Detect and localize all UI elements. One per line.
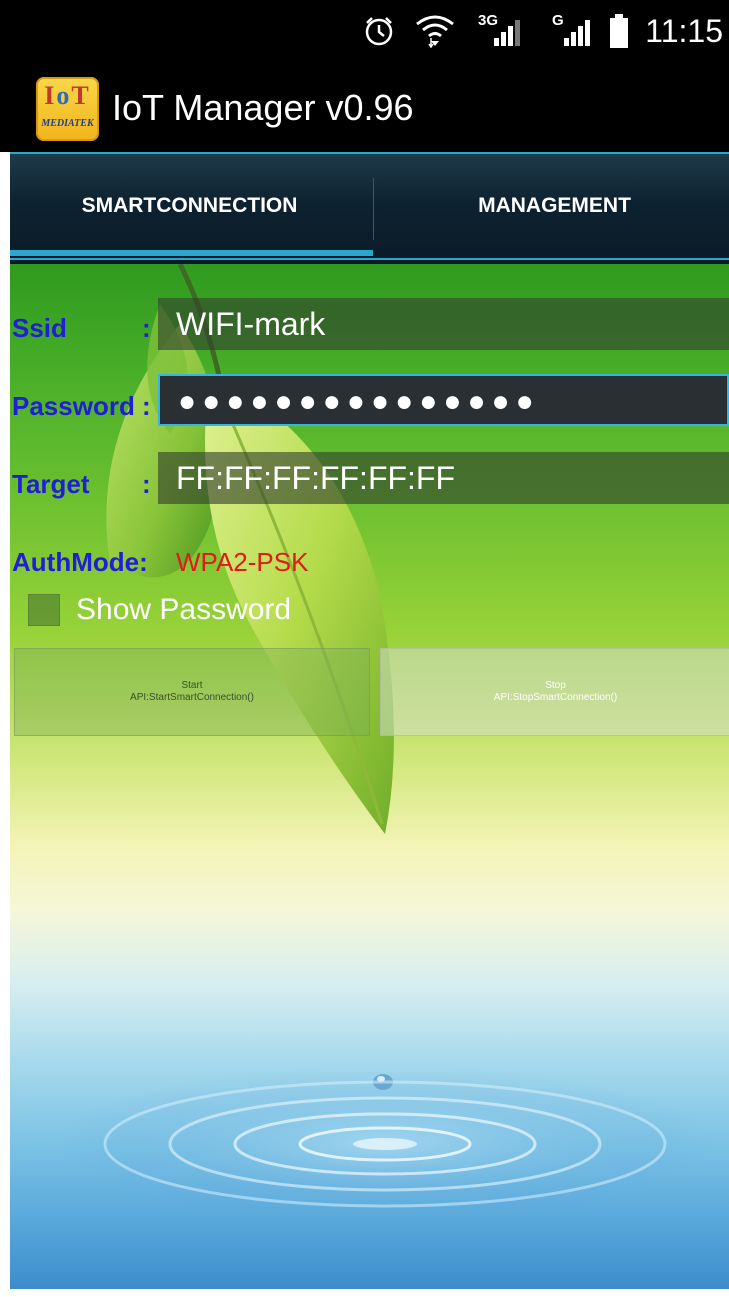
start-button-label: Start xyxy=(181,680,203,691)
alarm-icon xyxy=(362,14,396,53)
tab-management[interactable]: MANAGEMENT xyxy=(375,154,729,258)
show-password-checkbox[interactable] xyxy=(28,594,60,626)
status-bar: 3G G 11:15 xyxy=(0,0,729,62)
tab-selected-indicator xyxy=(10,250,373,256)
clock: 11:15 xyxy=(645,13,723,49)
target-input[interactable]: FF:FF:FF:FF:FF:FF xyxy=(158,452,729,504)
battery-icon xyxy=(610,14,628,53)
tab-bar: SMARTCONNECTION MANAGEMENT xyxy=(10,152,729,264)
wifi-icon xyxy=(414,14,456,53)
tab-divider xyxy=(373,178,374,240)
password-colon: : xyxy=(142,391,151,421)
target-colon: : xyxy=(142,469,151,499)
stop-button[interactable]: Stop API:StopSmartConnection() xyxy=(380,648,729,736)
logo-subtext: MEDIATEK xyxy=(41,118,94,129)
start-button[interactable]: Start API:StartSmartConnection() xyxy=(14,648,370,736)
tab-bottom-line xyxy=(10,258,729,260)
content-area: Ssid : WIFI-mark Password : ●●●●●●●●●●●●… xyxy=(10,264,729,1289)
stop-button-api: API:StopSmartConnection() xyxy=(493,692,618,703)
ssid-label: Ssid xyxy=(12,313,67,343)
signal-icon xyxy=(494,20,522,51)
screen: 3G G 11:15 IoT MEDIATEK IoT Manager v0.9… xyxy=(0,0,729,1297)
password-input[interactable]: ●●●●●●●●●●●●●●● xyxy=(158,374,729,426)
target-label: Target xyxy=(12,469,90,499)
tab-smartconnection[interactable]: SMARTCONNECTION xyxy=(10,154,369,258)
signal-icon xyxy=(564,20,592,51)
password-label: Password xyxy=(12,391,135,421)
authmode-value: WPA2-PSK xyxy=(176,547,309,577)
logo-letters: IoT xyxy=(44,81,91,110)
network-type-label-2: G xyxy=(552,12,564,29)
app-logo: IoT MEDIATEK xyxy=(36,77,99,141)
ssid-input[interactable]: WIFI-mark xyxy=(158,298,729,350)
stop-button-label: Stop xyxy=(545,680,566,691)
show-password-label[interactable]: Show Password xyxy=(76,592,291,628)
ssid-colon: : xyxy=(142,313,151,343)
start-button-api: API:StartSmartConnection() xyxy=(130,692,254,703)
action-bar: IoT MEDIATEK IoT Manager v0.96 xyxy=(0,62,729,152)
authmode-label: AuthMode: xyxy=(12,547,148,577)
app-title: IoT Manager v0.96 xyxy=(112,87,414,128)
